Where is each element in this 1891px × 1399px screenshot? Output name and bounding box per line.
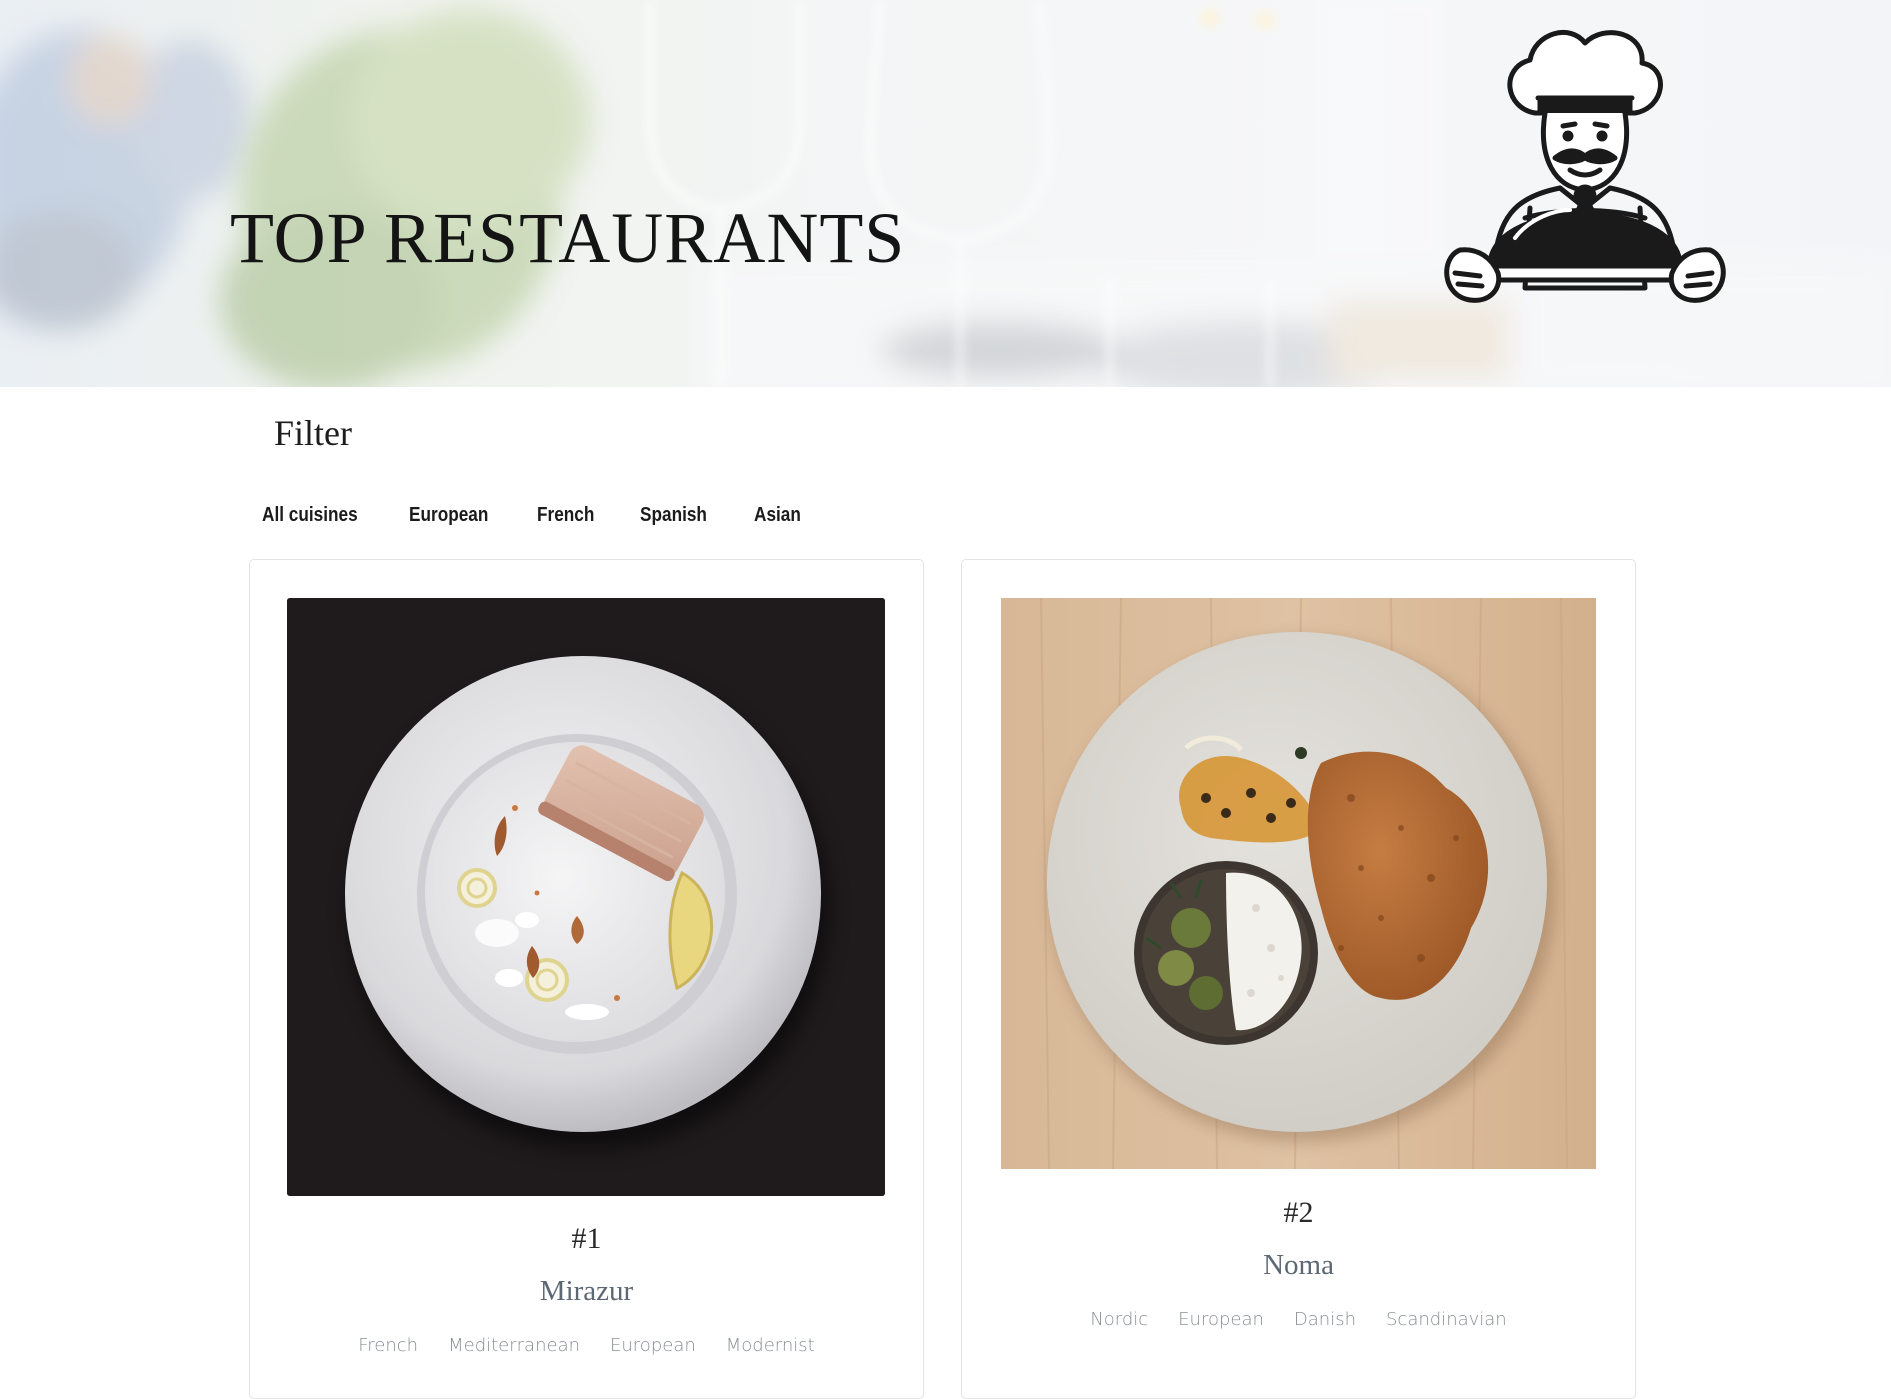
chef-holding-cloche-icon	[1444, 30, 1726, 303]
restaurant-name[interactable]: Mirazur	[250, 1275, 923, 1308]
restaurant-name[interactable]: Noma	[962, 1249, 1635, 1282]
cuisine-tag[interactable]: Modernist	[726, 1335, 815, 1356]
filter-all-cuisines-button[interactable]: All cuisines	[250, 498, 370, 533]
restaurant-image[interactable]	[1001, 598, 1596, 1169]
restaurant-card[interactable]: #2 Noma Nordic European Danish Scandinav…	[961, 559, 1636, 1399]
cuisine-tag[interactable]: European	[610, 1335, 696, 1356]
plated-fish-dish-photo	[287, 598, 885, 1196]
cuisine-tag[interactable]: Scandinavian	[1386, 1309, 1507, 1330]
cuisine-tags: French Mediterranean European Modernist	[250, 1335, 923, 1356]
cuisine-tag[interactable]: Mediterranean	[448, 1335, 580, 1356]
hero-banner: TOP RESTAURANTS	[0, 0, 1891, 387]
filter-spanish-button[interactable]: Spanish	[628, 498, 719, 533]
schnitzel-plate-photo	[1001, 598, 1596, 1169]
restaurant-card[interactable]: #1 Mirazur French Mediterranean European…	[249, 559, 924, 1399]
filter-asian-button[interactable]: Asian	[742, 498, 813, 533]
cuisine-tags: Nordic European Danish Scandinavian	[962, 1309, 1635, 1330]
cuisine-tag[interactable]: Danish	[1294, 1309, 1356, 1330]
filter-french-button[interactable]: French	[525, 498, 606, 533]
filter-european-button[interactable]: European	[397, 498, 500, 533]
cuisine-tag[interactable]: French	[358, 1335, 418, 1356]
restaurant-rank: #1	[571, 1222, 602, 1255]
page-title: TOP RESTAURANTS	[230, 198, 906, 278]
cuisine-filter-bar: All cuisines European French Spanish Asi…	[250, 498, 832, 533]
restaurant-rank: #2	[1283, 1196, 1314, 1229]
cuisine-tag[interactable]: Nordic	[1090, 1309, 1148, 1330]
filter-heading: Filter	[274, 413, 352, 453]
restaurant-image[interactable]	[287, 598, 885, 1196]
cuisine-tag[interactable]: European	[1178, 1309, 1264, 1330]
